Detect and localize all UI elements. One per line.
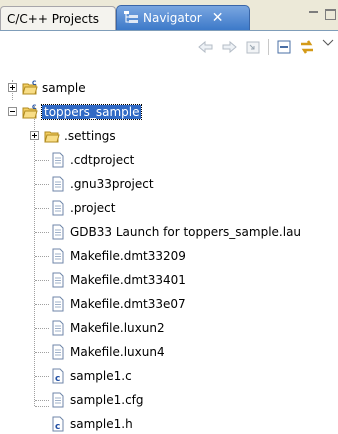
tree-item-file[interactable]: c sample1.h — [50, 414, 133, 434]
tree-guide-line — [35, 184, 49, 185]
tree-item-file[interactable]: Makefile.luxun4 — [50, 342, 165, 362]
text-file-icon — [50, 200, 66, 216]
text-file-icon — [50, 224, 66, 240]
tab-cpp-projects-label: C/C++ Projects — [7, 11, 100, 26]
view-toolbar — [0, 30, 338, 65]
back-arrow-icon[interactable] — [198, 39, 214, 55]
text-file-icon — [50, 152, 66, 168]
resource-tree: C sample C toppers_sample .settings .cdt… — [0, 64, 338, 432]
tree-item-file[interactable]: Makefile.dmt33e07 — [50, 294, 186, 314]
tree-item-file[interactable]: .cdtproject — [50, 150, 134, 170]
svg-text:C: C — [32, 80, 37, 87]
text-file-icon — [50, 272, 66, 288]
tree-guide-line — [35, 232, 49, 233]
tab-cpp-projects[interactable]: C/C++ Projects — [0, 6, 116, 30]
expand-toggle-sample[interactable] — [8, 83, 17, 92]
tree-item-label: sample1.c — [70, 369, 132, 383]
text-file-icon — [50, 320, 66, 336]
collapse-all-icon[interactable] — [276, 39, 292, 55]
tree-guide-line — [35, 208, 49, 209]
c-source-file-icon: c — [50, 368, 66, 384]
tree-item-toppers-sample[interactable]: C toppers_sample — [22, 102, 143, 122]
svg-text:c: c — [55, 374, 60, 384]
tree-item-file[interactable]: c sample1.c — [50, 366, 132, 386]
maximize-view-button[interactable] — [325, 9, 336, 20]
text-file-icon — [50, 344, 66, 360]
link-with-editor-icon[interactable] — [299, 39, 315, 55]
tree-item-label: .project — [70, 201, 116, 215]
tree-guide-line — [35, 400, 49, 401]
tree-item-label: Makefile.dmt33e07 — [70, 297, 186, 311]
close-icon[interactable]: ✕ — [212, 11, 224, 25]
tree-item-file[interactable]: Makefile.dmt33209 — [50, 246, 186, 266]
tree-item-label: GDB33 Launch for toppers_sample.lau — [70, 225, 302, 239]
forward-arrow-icon[interactable] — [221, 39, 237, 55]
tree-guide-line — [35, 328, 49, 329]
tree-item-file[interactable]: Makefile.luxun2 — [50, 318, 165, 338]
tree-guide-line — [35, 160, 49, 161]
tab-navigator[interactable]: Navigator ✕ — [116, 5, 250, 30]
view-tab-bar: C/C++ Projects Navigator ✕ — [0, 0, 338, 30]
tree-item-file[interactable]: .project — [50, 198, 115, 218]
collapse-toggle-toppers-sample[interactable] — [8, 107, 17, 116]
tree-guide-line — [35, 406, 49, 407]
tree-item-file[interactable]: GDB33 Launch for toppers_sample.lau — [50, 222, 301, 242]
c-project-folder-icon: C — [22, 104, 38, 120]
text-file-icon — [50, 392, 66, 408]
tree-guide-line — [35, 256, 49, 257]
tab-navigator-label: Navigator — [143, 11, 202, 25]
c-project-folder-icon: C — [22, 80, 38, 96]
tree-guide-line — [35, 352, 49, 353]
tree-item-sample[interactable]: C sample — [22, 78, 86, 98]
tree-item-label: Makefile.luxun4 — [70, 345, 165, 359]
tree-item-label: .gnu33project — [70, 177, 154, 191]
view-menu-icon[interactable] — [322, 35, 334, 51]
go-into-icon[interactable] — [245, 39, 261, 55]
navigator-icon — [123, 9, 139, 28]
c-header-file-icon: c — [50, 416, 66, 432]
tree-item-label: .cdtproject — [70, 153, 135, 167]
tree-item-file[interactable]: Makefile.dmt33401 — [50, 270, 186, 290]
tree-item-file[interactable]: .gnu33project — [50, 174, 154, 194]
tree-item-file[interactable]: sample1.cfg — [50, 390, 144, 410]
tree-item-label: sample1.cfg — [70, 393, 144, 407]
expand-toggle-settings[interactable] — [30, 131, 39, 140]
tree-item-label: toppers_sample — [40, 104, 143, 120]
tree-item-label: Makefile.luxun2 — [70, 321, 165, 335]
tree-item-label: Makefile.dmt33401 — [70, 273, 186, 287]
minimize-view-button[interactable] — [308, 9, 320, 20]
tree-item-label: sample1.h — [70, 417, 133, 431]
svg-text:c: c — [55, 422, 60, 432]
tree-item-label: sample — [42, 81, 86, 95]
folder-icon — [44, 128, 60, 144]
svg-text:C: C — [32, 104, 37, 111]
tree-guide-line — [35, 304, 49, 305]
tree-item-label: Makefile.dmt33209 — [70, 249, 186, 263]
tree-item-settings-folder[interactable]: .settings — [44, 126, 116, 146]
text-file-icon — [50, 176, 66, 192]
toolbar-separator — [268, 39, 269, 55]
tree-item-label: .settings — [64, 129, 116, 143]
tree-guide-line — [35, 280, 49, 281]
text-file-icon — [50, 248, 66, 264]
tree-guide-line — [35, 376, 49, 377]
text-file-icon — [50, 296, 66, 312]
